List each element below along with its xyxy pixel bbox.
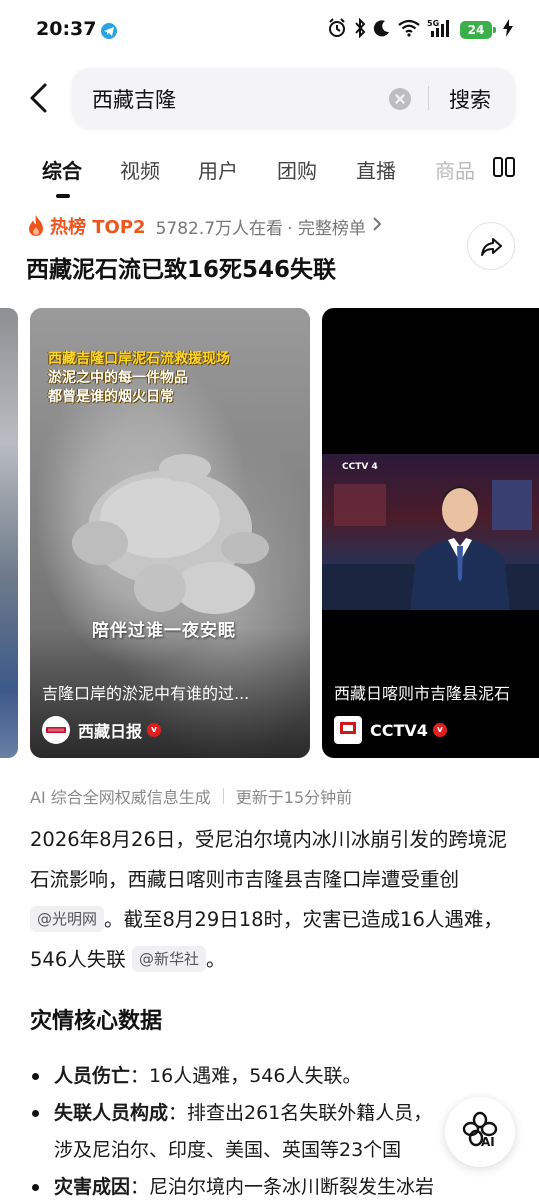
flame-icon [29, 215, 43, 236]
hot-rank-label: 热榜 TOP2 [50, 217, 146, 238]
bullet-text: ：排查出261名失联外籍人员， [168, 1102, 433, 1124]
battery-icon: 24 [460, 21, 496, 39]
moon-icon [373, 19, 391, 41]
list-item: 人员伤亡：16人遇难，546人失联。 [30, 1058, 520, 1095]
news-anchor-image [410, 486, 510, 610]
card-headline: 吉隆口岸的淤泥中有谁的过... [42, 684, 250, 703]
caption-line: 都曾是谁的烟火日常 [48, 389, 174, 405]
tab-group-buy[interactable]: 团购 [277, 155, 317, 184]
bullet-text: ：尼泊尔境内一条冰川断裂发生冰岩 [130, 1176, 435, 1198]
summary-paragraph: 2026年8月26日，受尼泊尔境内冰川冰崩引发的跨境泥石流影响，西藏日喀则市吉隆… [30, 820, 520, 980]
ai-button-label: AI [481, 1135, 495, 1149]
mud-covered-toy-image [72, 454, 269, 614]
search-divider [428, 86, 429, 110]
charging-icon [503, 19, 513, 41]
summary-text: 。 [205, 948, 226, 971]
citation-link[interactable]: @新华社 [131, 946, 206, 972]
hot-view-count: 5782.7万人在看 [155, 218, 284, 239]
news-studio-image: CCTV 4 [322, 454, 539, 610]
channel-mark: CCTV 4 [342, 462, 378, 472]
citation-link[interactable]: @光明网 [30, 906, 105, 932]
tab-goods[interactable]: 商品 [435, 155, 475, 184]
source-name: 西藏日报 [78, 722, 143, 741]
verified-icon: v [147, 723, 162, 737]
clear-icon[interactable] [389, 88, 411, 110]
previous-card-edge[interactable] [0, 308, 18, 758]
card-source[interactable]: CCTV4 v [334, 716, 447, 744]
search-header: 西藏吉隆 搜索 [0, 66, 539, 130]
ai-assistant-button[interactable]: AI [445, 1097, 515, 1167]
video-card[interactable]: CCTV 4 西藏日喀则市吉隆县泥石 CCTV4 v [322, 308, 539, 758]
share-icon [481, 238, 502, 256]
chevron-right-icon [372, 216, 382, 236]
meta-divider [222, 788, 224, 804]
tab-live[interactable]: 直播 [356, 155, 396, 184]
tab-video[interactable]: 视频 [120, 155, 160, 184]
list-item: 灾害成因：尼泊尔境内一条冰川断裂发生冰岩 [30, 1169, 520, 1200]
signal-5g-icon: 5G [427, 18, 453, 42]
updated-time: 更新于15分钟前 [235, 788, 353, 807]
chevron-left-icon [30, 83, 47, 113]
caption-line: 西藏吉隆口岸泥石流救援现场 [48, 351, 230, 367]
back-button[interactable] [22, 80, 58, 116]
section-title: 灾情核心数据 [30, 1009, 163, 1034]
tab-all[interactable]: 综合 [42, 155, 82, 184]
bullet-label: 灾害成因 [54, 1176, 131, 1198]
card-source[interactable]: 西藏日报 v [42, 716, 162, 744]
share-button[interactable] [467, 222, 515, 270]
search-input[interactable]: 西藏吉隆 [92, 84, 176, 114]
card-overlay-caption: 西藏吉隆口岸泥石流救援现场 淤泥之中的每一件物品 都曾是谁的烟火日常 [48, 350, 230, 407]
status-bar: 20:37 5G 24 [0, 0, 539, 60]
topic-title[interactable]: 西藏泥石流已致16死546失联 [26, 250, 336, 284]
telegram-icon [101, 23, 117, 39]
search-box[interactable]: 西藏吉隆 搜索 [72, 68, 515, 128]
source-avatar [334, 716, 362, 744]
tab-users[interactable]: 用户 [198, 155, 238, 184]
verified-icon: v [432, 723, 447, 737]
alarm-icon [327, 18, 347, 42]
bullet-text: ：16人遇难，546人失联。 [130, 1065, 362, 1087]
bullet-label: 人员伤亡 [54, 1065, 131, 1087]
tab-bar: 综合 视频 用户 团购 直播 商品 [0, 150, 539, 202]
ai-summary-meta: AI 综合全网权威信息生成 更新于15分钟前 [30, 784, 352, 808]
hot-list-line[interactable]: 热榜 TOP2 5782.7万人在看 · 完整榜单 [26, 213, 382, 239]
search-button[interactable]: 搜索 [449, 84, 491, 114]
tab-menu-icon[interactable] [493, 157, 515, 177]
status-icons: 5G 24 [327, 17, 513, 42]
bullet-label: 失联人员构成 [54, 1102, 169, 1124]
status-time: 20:37 [36, 18, 97, 40]
video-card[interactable]: 西藏吉隆口岸泥石流救援现场 淤泥之中的每一件物品 都曾是谁的烟火日常 陪伴过谁一… [30, 308, 310, 758]
wifi-icon [398, 19, 420, 41]
ai-source-note: AI 综合全网权威信息生成 [30, 788, 211, 807]
svg-text:5G: 5G [427, 19, 439, 28]
card-headline: 西藏日喀则市吉隆县泥石 [334, 684, 511, 703]
source-avatar [42, 716, 70, 744]
active-tab-indicator [56, 194, 70, 198]
caption-line: 淤泥之中的每一件物品 [48, 370, 188, 386]
source-name: CCTV4 [370, 720, 428, 740]
bluetooth-icon [354, 17, 366, 42]
summary-text: 2026年8月26日，受尼泊尔境内冰川冰崩引发的跨境泥石流影响，西藏日喀则市吉隆… [30, 828, 507, 891]
full-list-link[interactable]: · 完整榜单 [287, 214, 366, 239]
